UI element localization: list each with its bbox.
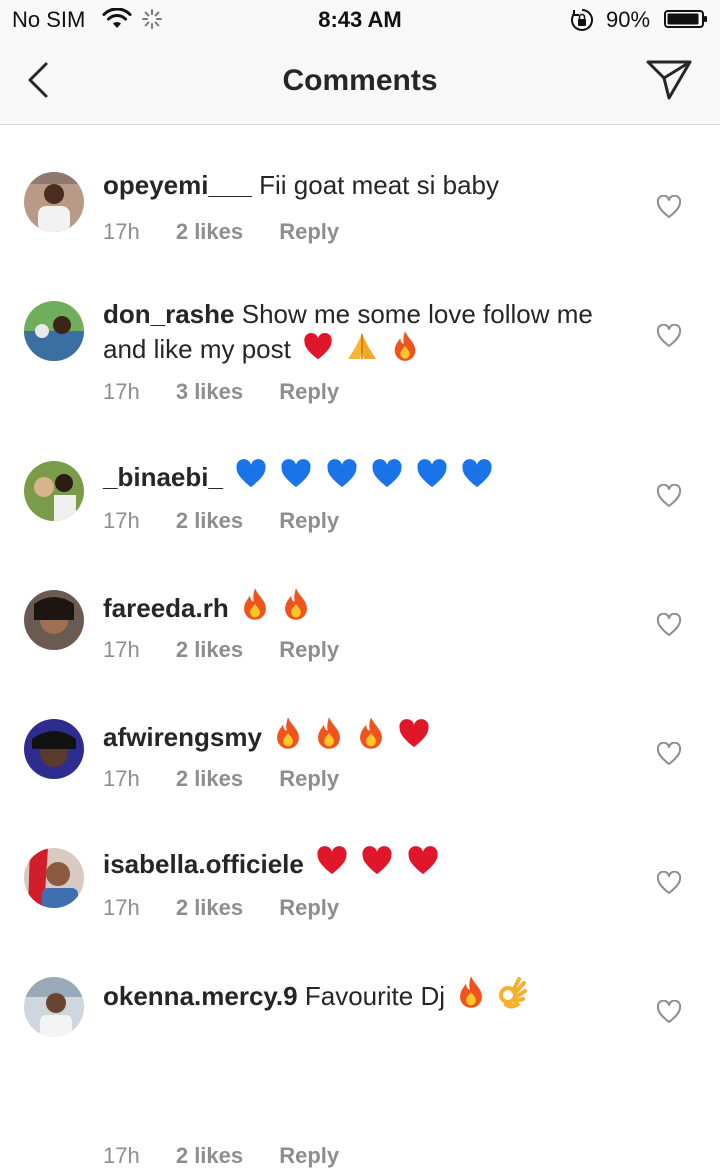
comment-body: _binaebi_ <box>103 458 623 493</box>
like-heart-icon[interactable] <box>656 484 682 508</box>
comment-body: fareeda.rh <box>103 587 623 624</box>
battery-percentage: 90% <box>606 7 651 32</box>
comment-likes[interactable]: 2 likes <box>176 219 243 244</box>
comment-meta: 17h 3 likes Reply <box>103 379 369 405</box>
avatar[interactable] <box>24 719 84 779</box>
blue-heart-icon <box>372 459 402 488</box>
fire-icon <box>244 588 266 620</box>
comment-username[interactable]: afwirengsmy <box>103 722 262 752</box>
blue-heart-icon <box>281 459 311 488</box>
avatar[interactable] <box>24 977 84 1037</box>
blue-heart-icon <box>462 459 492 488</box>
like-heart-icon[interactable] <box>656 613 682 637</box>
comment-meta: 17h 2 likes Reply <box>103 895 369 921</box>
comment-body: afwirengsmy <box>103 716 623 753</box>
red-heart-icon <box>362 846 392 875</box>
like-heart-icon[interactable] <box>656 195 682 219</box>
comment-username[interactable]: fareeda.rh <box>103 593 229 623</box>
comment-time: 17h <box>103 379 140 404</box>
comment-meta: 17h 2 likes Reply <box>103 637 369 663</box>
blue-heart-icon <box>327 459 357 488</box>
blue-heart-icon <box>417 459 447 488</box>
avatar[interactable] <box>24 590 84 650</box>
reply-button[interactable]: Reply <box>279 508 339 533</box>
comment-likes[interactable]: 2 likes <box>176 1143 243 1168</box>
comment-username[interactable]: isabella.officiele <box>103 849 304 879</box>
comment-username[interactable]: opeyemi___ <box>103 170 252 200</box>
comment-time: 17h <box>103 766 140 791</box>
comment-meta: 17h 2 likes Reply <box>103 508 369 534</box>
reply-button[interactable]: Reply <box>279 219 339 244</box>
like-heart-icon[interactable] <box>656 1000 682 1024</box>
comment-meta: 17h 2 likes Reply <box>103 766 369 792</box>
comment-likes[interactable]: 2 likes <box>176 508 243 533</box>
fire-icon <box>285 588 308 620</box>
reply-button[interactable]: Reply <box>279 1143 339 1168</box>
send-direct-icon[interactable] <box>644 58 694 102</box>
comment-meta: 17h 2 likes Reply <box>103 219 369 245</box>
avatar[interactable] <box>24 461 84 521</box>
comment-time: 17h <box>103 219 140 244</box>
like-heart-icon[interactable] <box>656 742 682 766</box>
red-heart-icon <box>408 846 438 875</box>
like-heart-icon[interactable] <box>656 871 682 895</box>
ok-hand-icon <box>499 977 528 1009</box>
comment-body: don_rashe Show me some love follow me an… <box>103 298 623 365</box>
red-heart-icon <box>317 846 347 875</box>
avatar[interactable] <box>24 848 84 908</box>
comment-username[interactable]: okenna.mercy.9 <box>103 981 298 1011</box>
comment-text: Favourite Dj <box>304 981 446 1011</box>
folded-hands-icon <box>348 334 377 359</box>
comment-body: isabella.officiele <box>103 845 623 880</box>
avatar[interactable] <box>24 301 84 361</box>
comment-time: 17h <box>103 508 140 533</box>
comment-likes[interactable]: 2 likes <box>176 766 243 791</box>
comment-time: 17h <box>103 637 140 662</box>
orientation-lock-icon <box>571 9 593 31</box>
fire-icon <box>394 331 415 361</box>
comment-text: Fii goat meat si baby <box>259 170 499 200</box>
comment-username[interactable]: _binaebi_ <box>103 462 223 492</box>
comment-username[interactable]: don_rashe <box>103 299 235 329</box>
comment-time: 17h <box>103 1143 140 1168</box>
fire-icon <box>277 717 300 749</box>
like-heart-icon[interactable] <box>656 324 682 348</box>
comment-body: okenna.mercy.9 Favourite Dj <box>103 975 623 1012</box>
comment-body: opeyemi___ Fii goat meat si baby <box>103 169 623 201</box>
comment-likes[interactable]: 2 likes <box>176 637 243 662</box>
comment-time: 17h <box>103 895 140 920</box>
page-title: Comments <box>282 64 438 97</box>
status-bar: No SIM 8:43 AM 90% <box>0 0 720 40</box>
comment-likes[interactable]: 3 likes <box>176 379 243 404</box>
blue-heart-icon <box>236 459 266 488</box>
comment-meta: 17h 2 likes Reply <box>103 1143 369 1169</box>
comment-likes[interactable]: 2 likes <box>176 895 243 920</box>
red-heart-icon <box>304 332 332 360</box>
reply-button[interactable]: Reply <box>279 637 339 662</box>
reply-button[interactable]: Reply <box>279 895 339 920</box>
fire-icon <box>318 717 341 749</box>
avatar[interactable] <box>24 172 84 232</box>
reply-button[interactable]: Reply <box>279 379 339 404</box>
navigation-bar: Comments <box>0 40 720 125</box>
fire-icon <box>359 717 382 749</box>
red-heart-icon <box>399 719 429 748</box>
reply-button[interactable]: Reply <box>279 766 339 791</box>
fire-icon <box>460 976 483 1008</box>
battery-icon <box>664 10 707 28</box>
